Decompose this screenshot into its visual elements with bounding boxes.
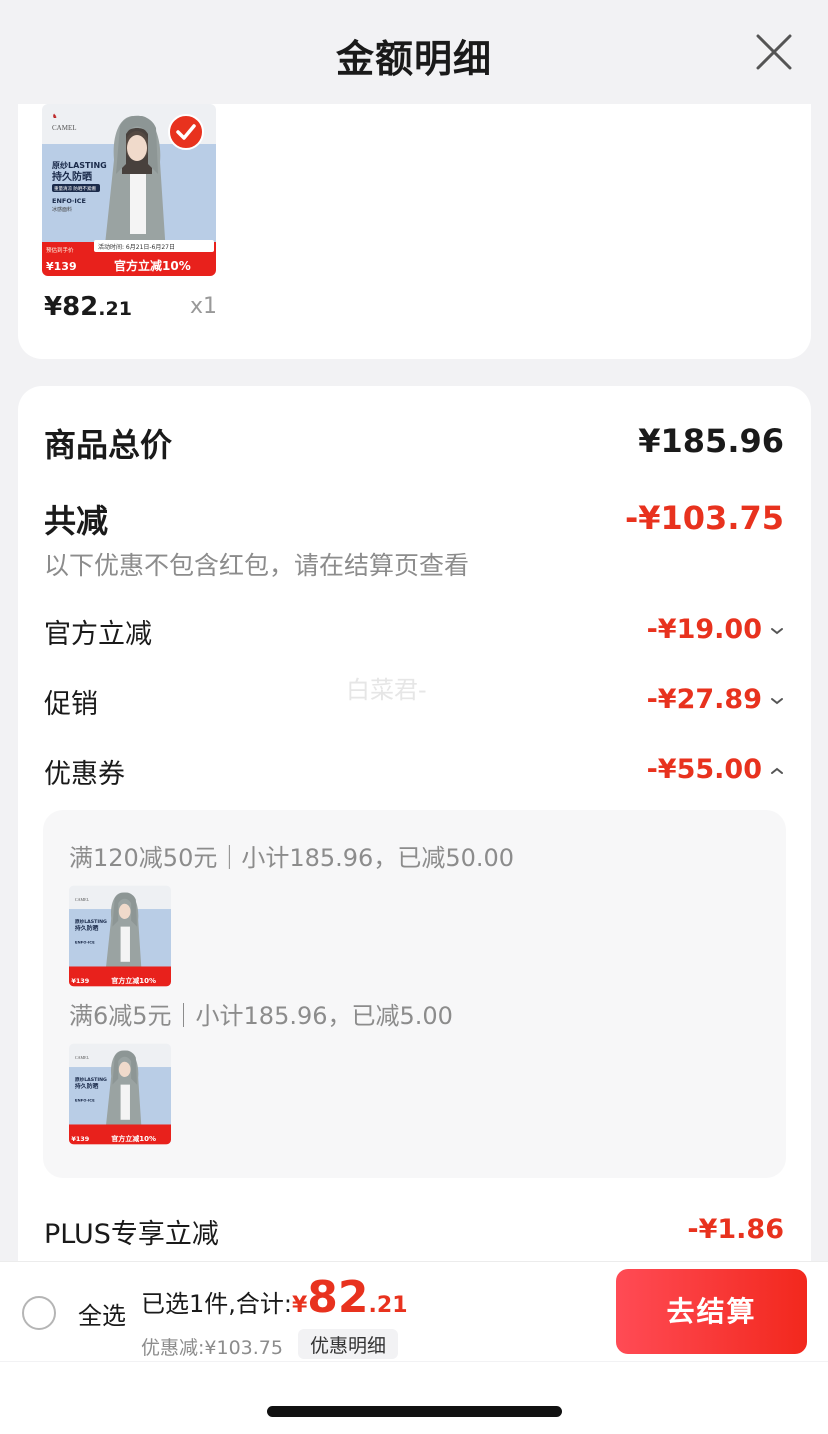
promotion-row[interactable]: -¥27.89 bbox=[647, 684, 784, 715]
chevron-down-icon bbox=[771, 627, 783, 634]
coupon-row[interactable]: -¥55.00 bbox=[647, 754, 784, 785]
checkout-bar: 全选 已选1件,合计:¥82.21 优惠减:¥103.75 优惠明细 去结算 bbox=[0, 1261, 828, 1361]
promotion-value: -¥27.89 bbox=[646, 684, 762, 715]
reduction-note: 以下优惠不包含红包，请在结算页查看 bbox=[44, 551, 470, 580]
official-discount-label: 官方立减 bbox=[44, 619, 152, 650]
svg-text:ENFO·ICE: ENFO·ICE bbox=[75, 940, 95, 945]
checkout-button[interactable]: 去结算 bbox=[616, 1269, 807, 1354]
coupon-product-thumbnail: CAMEL 原纱LASTING 持久防晒 ENFO·ICE ¥139 官方立减1… bbox=[69, 1043, 171, 1145]
brand-logo-icon: ♞ bbox=[52, 113, 57, 120]
total-price-value: ¥185.96 bbox=[638, 422, 784, 460]
svg-text:¥139: ¥139 bbox=[46, 260, 77, 273]
total-reduction-label: 共减 bbox=[44, 502, 109, 540]
svg-text:ENFO·ICE: ENFO·ICE bbox=[52, 197, 86, 205]
total-amount: 82 bbox=[307, 1272, 369, 1323]
svg-text:原纱LASTING: 原纱LASTING bbox=[52, 161, 107, 170]
svg-text:ENFO·ICE: ENFO·ICE bbox=[75, 1098, 95, 1103]
plus-discount-label: PLUS专享立减 bbox=[44, 1219, 219, 1250]
plus-discount-value: -¥1.86 bbox=[687, 1214, 784, 1245]
total-price-label: 商品总价 bbox=[44, 426, 173, 464]
official-discount-row[interactable]: -¥19.00 bbox=[647, 614, 784, 645]
coupon-label: 优惠券 bbox=[44, 759, 125, 790]
watermark-text: 白菜君- bbox=[346, 676, 427, 704]
promotion-label: 促销 bbox=[44, 689, 98, 720]
svg-text:重量清凉 防晒不紧绷: 重量清凉 防晒不紧绷 bbox=[54, 185, 96, 192]
select-all-checkbox[interactable] bbox=[22, 1296, 56, 1330]
coupon-detail-box: 满120减50元｜小计185.96，已减50.00 CAMEL 原纱LASTIN… bbox=[43, 810, 786, 1178]
svg-text:预估到手价: 预估到手价 bbox=[46, 246, 74, 254]
svg-text:官方立减10%: 官方立减10% bbox=[111, 976, 156, 985]
selected-count-text: 已选1件,合计: bbox=[141, 1290, 292, 1318]
sheet-title: 金额明细 bbox=[335, 37, 492, 81]
svg-text:持久防晒: 持久防晒 bbox=[52, 170, 92, 183]
svg-text:CAMEL: CAMEL bbox=[75, 1055, 90, 1060]
total-reduction-value: -¥103.75 bbox=[624, 499, 784, 537]
chevron-down-icon bbox=[771, 697, 783, 704]
chevron-up-icon bbox=[771, 767, 783, 774]
product-quantity: x1 bbox=[190, 294, 218, 319]
home-indicator-area bbox=[0, 1362, 828, 1434]
home-indicator[interactable] bbox=[267, 1406, 562, 1417]
sheet-header: 金额明细 bbox=[0, 0, 828, 104]
svg-text:冰感面料: 冰感面料 bbox=[52, 206, 72, 213]
svg-text:官方立减10%: 官方立减10% bbox=[111, 1134, 156, 1143]
coupon-product-thumbnail: CAMEL 原纱LASTING 持久防晒 ENFO·ICE ¥139 官方立减1… bbox=[69, 885, 171, 987]
official-discount-value: -¥19.00 bbox=[646, 614, 762, 645]
svg-text:CAMEL: CAMEL bbox=[52, 124, 77, 132]
selected-total: 已选1件,合计:¥82.21 bbox=[141, 1272, 408, 1323]
coupon-rule: 满6减5元｜小计185.96，已减5.00 bbox=[69, 1002, 453, 1030]
amount-detail-sheet: 金额明细 ♞ CAMEL 原纱LASTING 持久防晒 重量清凉 防晒不紧绷 E… bbox=[0, 0, 828, 1434]
svg-text:¥139: ¥139 bbox=[71, 977, 89, 985]
discount-detail-button[interactable]: 优惠明细 bbox=[298, 1329, 399, 1359]
discount-summary: 优惠减:¥103.75 bbox=[141, 1337, 283, 1359]
close-icon[interactable] bbox=[754, 32, 794, 72]
price-summary-card: 商品总价 ¥185.96 共减 -¥103.75 以下优惠不包含红包，请在结算页… bbox=[18, 386, 811, 1286]
svg-text:官方立减10%: 官方立减10% bbox=[114, 258, 191, 273]
svg-text:活动时间: 6月21日-6月27日: 活动时间: 6月21日-6月27日 bbox=[98, 243, 175, 251]
product-card: ♞ CAMEL 原纱LASTING 持久防晒 重量清凉 防晒不紧绷 ENFO·I… bbox=[18, 104, 811, 359]
coupon-rule: 满120减50元｜小计185.96，已减50.00 bbox=[69, 844, 515, 872]
svg-text:CAMEL: CAMEL bbox=[75, 897, 90, 902]
product-thumbnail[interactable]: ♞ CAMEL 原纱LASTING 持久防晒 重量清凉 防晒不紧绷 ENFO·I… bbox=[42, 104, 216, 276]
coupon-value: -¥55.00 bbox=[646, 754, 762, 785]
select-all-label[interactable]: 全选 bbox=[78, 1296, 126, 1331]
product-price: ¥82.21 bbox=[44, 292, 132, 322]
svg-text:¥139: ¥139 bbox=[71, 1135, 89, 1143]
